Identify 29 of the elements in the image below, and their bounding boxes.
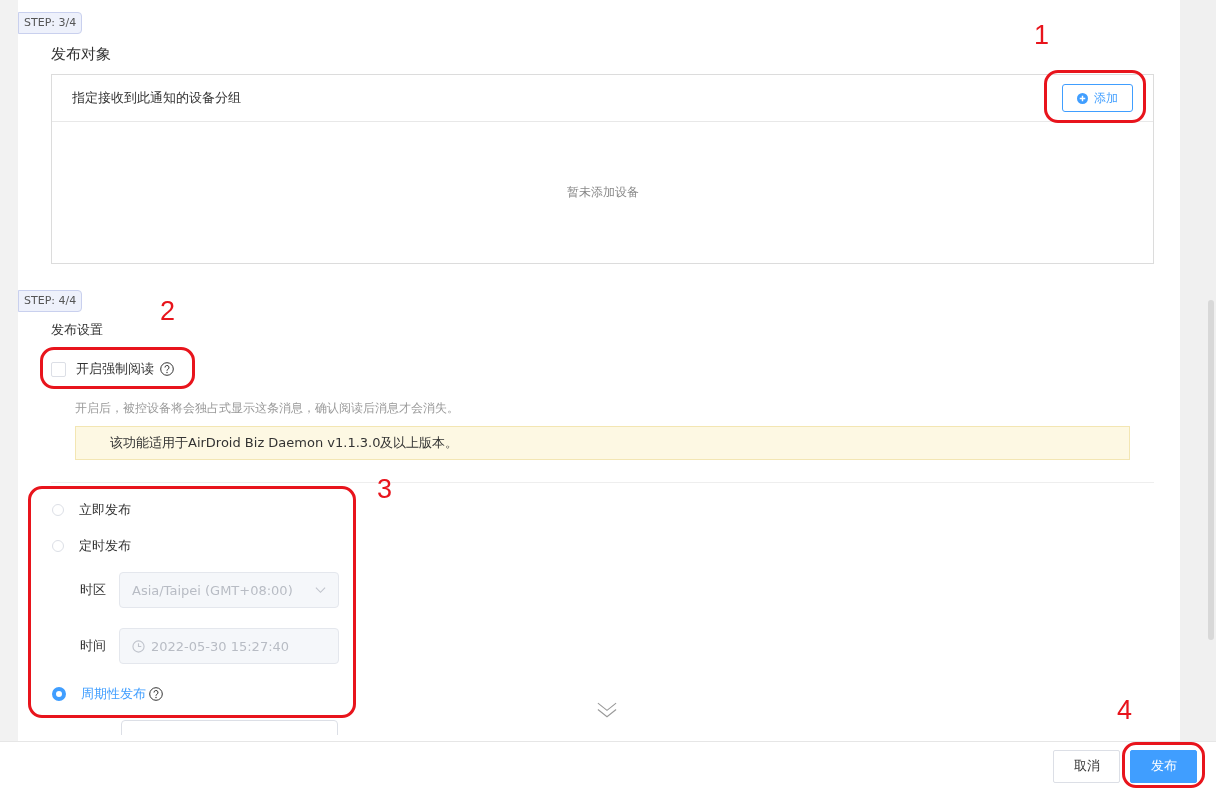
section-title: 发布设置	[51, 321, 103, 339]
section-title: 发布对象	[51, 45, 111, 64]
step-badge: STEP: 4/4	[18, 290, 83, 312]
field-label: 时区	[80, 581, 107, 599]
radio-label: 周期性发布	[81, 685, 146, 703]
caret-icon	[315, 586, 326, 594]
clock-icon	[132, 639, 145, 653]
step-badge: STEP: 3/4	[18, 12, 83, 34]
radio-label: 立即发布	[79, 501, 131, 519]
notice-text: 该功能适用于AirDroid Biz Daemon v1.1.3.0及以上版本。	[110, 434, 459, 452]
plus-circle-icon	[1077, 92, 1088, 104]
checkbox[interactable]	[51, 361, 66, 377]
select-field[interactable]	[121, 720, 338, 735]
help-icon	[160, 362, 174, 376]
cancel-button[interactable]: 取消	[1053, 749, 1120, 783]
annotation-number: 1	[1034, 22, 1050, 49]
hint-text: 开启后，被控设备将会独占式显示这条消息，确认阅读后消息才会消失。	[75, 400, 459, 417]
annotation-number: 3	[377, 476, 393, 503]
empty-message: 暂未添加设备	[566, 184, 639, 201]
annotation-number: 2	[160, 298, 176, 325]
add-button[interactable]: 添加	[1062, 84, 1133, 112]
annotation-number: 4	[1117, 697, 1133, 724]
publish-button[interactable]: 发布	[1130, 749, 1197, 783]
radio-button[interactable]	[52, 687, 66, 701]
panel-header-text: 指定接收到此通知的设备分组	[72, 89, 241, 107]
field-label: 时间	[80, 637, 107, 655]
radio-label: 定时发布	[79, 537, 131, 555]
double-chevron-icon[interactable]	[597, 701, 617, 718]
checkbox-label: 开启强制阅读	[76, 360, 154, 378]
